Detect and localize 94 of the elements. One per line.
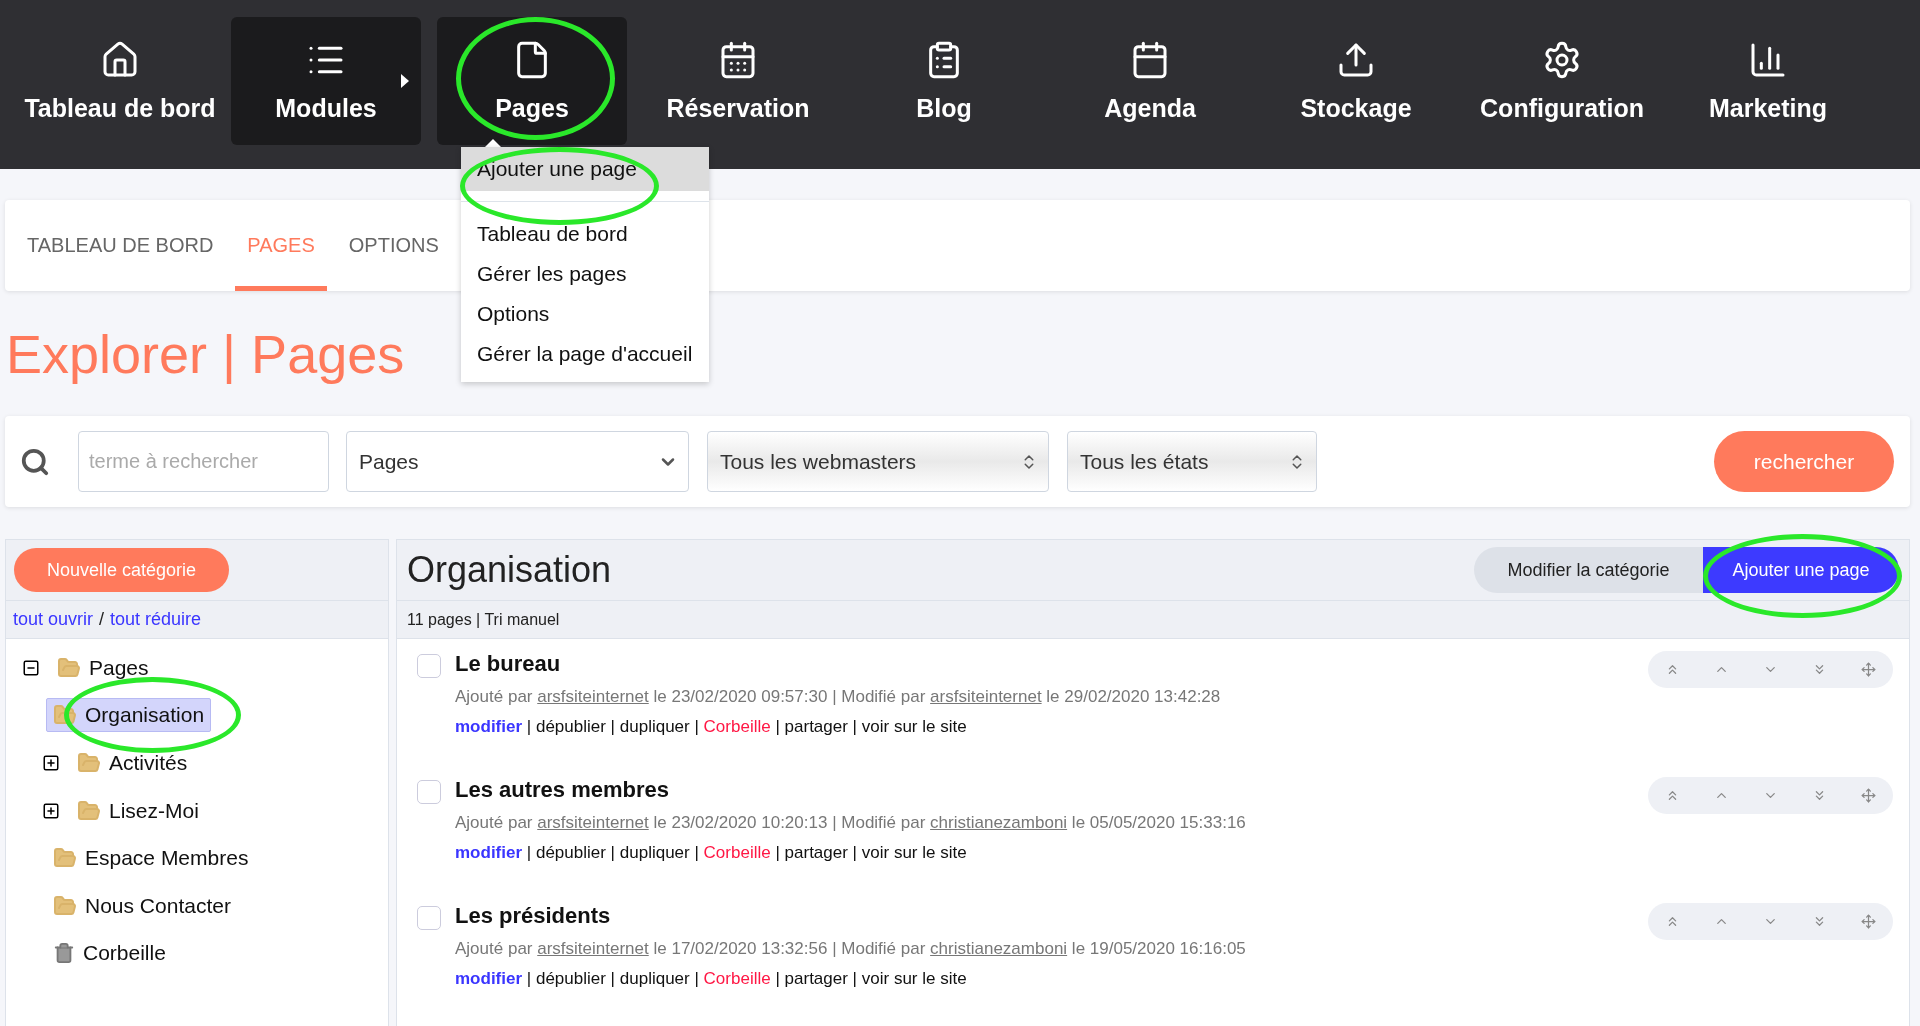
tree-item[interactable]: Organisation xyxy=(46,698,212,733)
search-icon xyxy=(20,446,50,477)
add-page-button[interactable]: Ajouter une page xyxy=(1703,547,1899,593)
page-meta: Ajouté par arsfsiteinternet le 23/02/2020 09:57:30 | Modifié par arsfsiteinternet le 29/02/2020 13:42:28 xyxy=(455,687,1222,707)
action-link[interactable]: dupliquer xyxy=(619,843,690,862)
nav-item[interactable]: Agenda xyxy=(1055,17,1245,145)
nav-label: Stockage xyxy=(1300,93,1412,123)
nav-item[interactable]: Réservation xyxy=(643,17,833,145)
tree-item[interactable]: Nous Contacter xyxy=(46,888,238,923)
page-count: 11 pages | Tri manuel xyxy=(397,601,1909,639)
action-link[interactable]: dépublier xyxy=(535,969,606,988)
user-link[interactable]: arsfsiteinternet xyxy=(537,813,649,832)
action-link[interactable]: partager xyxy=(784,717,848,736)
page-actions: modifier | dépublier | dupliquer | Corbeille | partager | voir sur le site xyxy=(455,843,968,863)
tree-item[interactable]: Espace Membres xyxy=(46,841,256,876)
nav-item[interactable]: Pages xyxy=(437,17,627,145)
expand-icon[interactable] xyxy=(42,801,60,820)
search-field[interactable]: terme à rechercher xyxy=(78,431,329,492)
expand-icon[interactable] xyxy=(42,754,60,772)
category-title: Organisation xyxy=(407,549,612,591)
tab[interactable]: TABLEAU DE BORD xyxy=(15,200,226,291)
folder-icon xyxy=(77,798,101,823)
checkbox[interactable] xyxy=(417,780,441,804)
user-link[interactable]: arsfsiteinternet xyxy=(930,687,1042,706)
trash-icon xyxy=(53,942,75,965)
nav-item[interactable]: Stockage xyxy=(1261,17,1451,145)
move-icon[interactable] xyxy=(1861,788,1876,803)
action-link[interactable]: dépublier xyxy=(535,717,606,736)
action-link[interactable]: modifier xyxy=(455,969,523,988)
page-title: Le bureau xyxy=(455,651,562,677)
checkbox[interactable] xyxy=(417,906,441,930)
action-link[interactable]: dupliquer xyxy=(619,969,690,988)
page-title: Les autres membres xyxy=(455,777,670,803)
nav-item[interactable]: Marketing xyxy=(1673,17,1863,145)
action-link[interactable]: modifier xyxy=(455,843,523,862)
tree-item[interactable]: Lisez-Moi xyxy=(70,793,206,828)
move-icon[interactable] xyxy=(1861,662,1876,677)
webmaster-select[interactable]: Tous les webmasters xyxy=(707,431,1049,492)
slash-text: / xyxy=(99,609,105,630)
nav-item[interactable]: Modules xyxy=(231,17,421,145)
folder-icon xyxy=(77,751,101,775)
nav-label: Pages xyxy=(495,93,569,123)
menu-item[interactable]: Options xyxy=(461,294,709,334)
user-link[interactable]: arsfsiteinternet xyxy=(537,687,649,706)
nav-label: Agenda xyxy=(1104,93,1196,123)
page-actions: modifier | dépublier | dupliquer | Corbeille | partager | voir sur le site xyxy=(455,717,968,737)
menu-item[interactable]: Ajouter une page xyxy=(461,147,709,191)
tree-item[interactable]: Corbeille xyxy=(46,936,173,971)
user-link[interactable]: arsfsiteinternet xyxy=(537,939,649,958)
folder-icon xyxy=(57,655,81,680)
menu-item[interactable]: Gérer les pages xyxy=(461,254,709,294)
nav-label: Réservation xyxy=(666,93,810,123)
action-link[interactable]: Corbeille xyxy=(703,969,771,988)
nav-item[interactable]: Tableau de bord xyxy=(25,17,215,145)
action-link[interactable]: partager xyxy=(784,969,848,988)
page-title: Explorer | Pages xyxy=(6,322,405,385)
nav-label: Tableau de bord xyxy=(24,93,216,123)
collapse-all-link[interactable]: tout réduire xyxy=(110,609,202,630)
action-link[interactable]: voir sur le site xyxy=(861,717,967,736)
state-select[interactable]: Tous les états xyxy=(1067,431,1317,492)
page-actions: modifier | dépublier | dupliquer | Corbeille | partager | voir sur le site xyxy=(455,969,968,989)
action-link[interactable]: Corbeille xyxy=(703,843,771,862)
action-link[interactable]: voir sur le site xyxy=(861,969,967,988)
section-select[interactable]: Pages xyxy=(346,431,689,492)
tree-item[interactable]: Activités xyxy=(70,746,195,780)
edit-category-button[interactable]: Modifier la catégorie xyxy=(1474,547,1703,593)
nav-item[interactable]: Blog xyxy=(849,17,1039,145)
nav-item[interactable]: Configuration xyxy=(1467,17,1657,145)
nav-label: Marketing xyxy=(1708,93,1828,123)
menu-item[interactable]: Gérer la page d'accueil xyxy=(461,334,709,374)
collapse-icon[interactable] xyxy=(22,658,40,677)
tree-item[interactable]: Pages xyxy=(50,650,156,685)
expand-all-link[interactable]: tout ouvrir xyxy=(13,609,94,630)
action-link[interactable]: dépublier xyxy=(535,843,606,862)
page-meta: Ajouté par arsfsiteinternet le 17/02/2020 13:32:56 | Modifié par christianezamboni le 19/05/2020 16:16:05 xyxy=(455,939,1247,959)
page-meta: Ajouté par arsfsiteinternet le 23/02/2020 10:20:13 | Modifié par christianezamboni le 05/05/2020 15:33:16 xyxy=(455,813,1247,833)
tab[interactable]: OPTIONS xyxy=(336,200,451,291)
nav-label: Blog xyxy=(916,93,972,123)
action-link[interactable]: Corbeille xyxy=(703,717,771,736)
move-icon[interactable] xyxy=(1861,914,1876,929)
action-link[interactable]: dupliquer xyxy=(619,717,690,736)
user-link[interactable]: christianezamboni xyxy=(930,939,1068,958)
nav-label: Configuration xyxy=(1480,93,1644,123)
folder-icon xyxy=(53,893,77,918)
action-link[interactable]: modifier xyxy=(455,717,523,736)
page-title: Les présidents xyxy=(455,903,612,929)
caret-icon xyxy=(401,74,409,88)
action-link[interactable]: partager xyxy=(784,843,848,862)
nav-label: Modules xyxy=(275,93,377,123)
menu-item[interactable]: Tableau de bord xyxy=(461,214,709,254)
action-link[interactable]: voir sur le site xyxy=(861,843,967,862)
checkbox[interactable] xyxy=(417,654,441,678)
user-link[interactable]: christianezamboni xyxy=(930,813,1068,832)
nav-icon xyxy=(1542,39,1582,80)
